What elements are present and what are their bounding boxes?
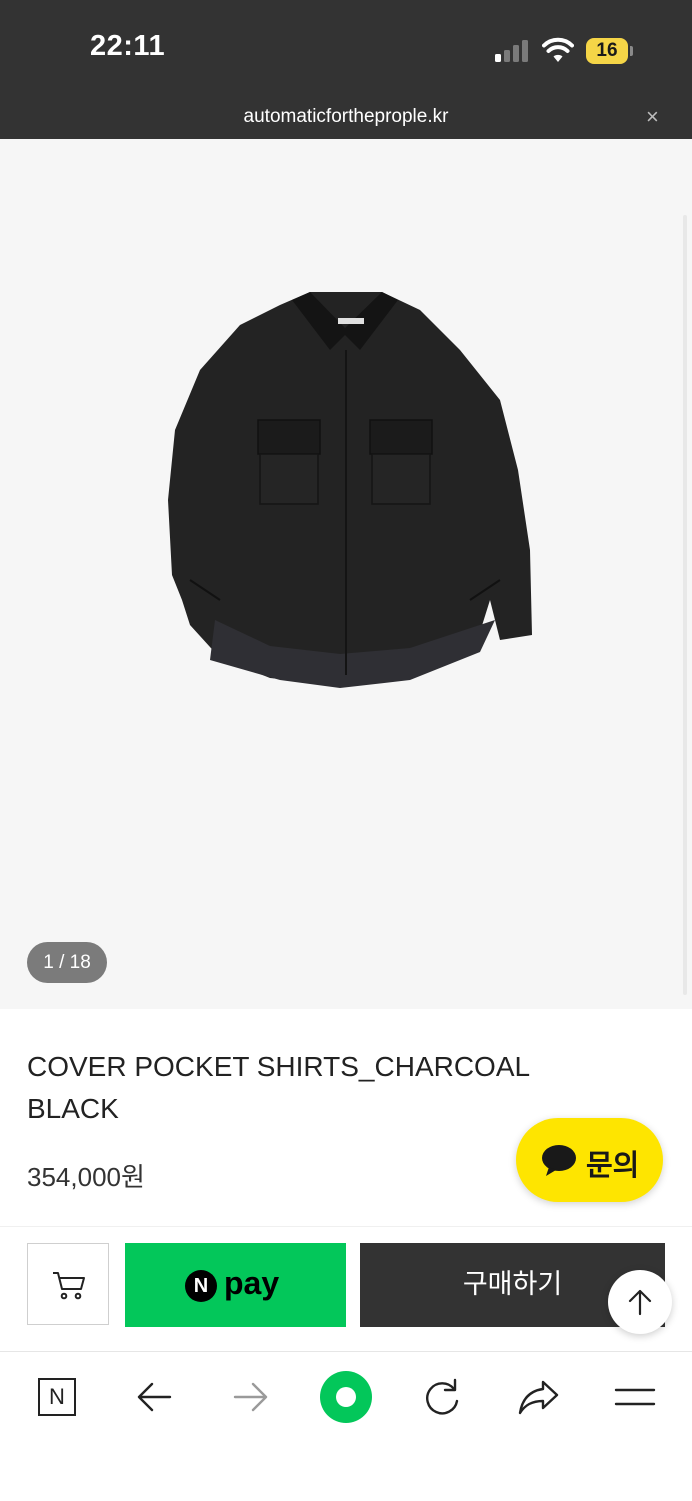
back-button[interactable] [130, 1372, 180, 1422]
chat-bubble-icon [542, 1145, 576, 1176]
inquiry-label: 문의 [586, 1148, 640, 1182]
product-price: 354,000원 [27, 1162, 145, 1192]
battery-icon: 16 [586, 38, 628, 64]
status-bar: 22:11 16 automaticfortheprople.kr × [0, 0, 692, 139]
product-title: COVER POCKET SHIRTS_CHARCOAL BLACK [27, 1051, 530, 1124]
share-button[interactable] [514, 1372, 564, 1422]
image-counter: 1 / 18 [27, 942, 107, 983]
scroll-to-top-button[interactable] [608, 1270, 672, 1334]
back-arrow-icon [137, 1382, 172, 1412]
forward-arrow-icon [233, 1382, 268, 1412]
cart-icon [53, 1272, 85, 1300]
inquiry-button[interactable]: 문의 [516, 1118, 663, 1202]
naver-home-icon[interactable]: N [38, 1378, 76, 1416]
battery-nub [630, 46, 633, 56]
naver-pay-button[interactable]: N pay [125, 1243, 346, 1327]
address-bar-url[interactable]: automaticfortheprople.kr [0, 106, 692, 128]
cart-button[interactable] [27, 1243, 109, 1325]
reload-button[interactable] [417, 1372, 467, 1422]
green-dot-icon[interactable] [320, 1371, 372, 1423]
cellular-signal-icon [495, 40, 528, 62]
naver-pay-label: pay [224, 1265, 280, 1301]
close-button[interactable]: × [646, 106, 659, 128]
status-time: 22:11 [90, 30, 166, 62]
naver-pay-logo-icon: N [185, 1270, 217, 1302]
product-image-shirt [168, 292, 532, 688]
menu-button[interactable] [610, 1372, 660, 1422]
reload-icon [426, 1378, 459, 1415]
menu-icon [614, 1388, 656, 1406]
scrollbar[interactable] [683, 215, 687, 995]
forward-button[interactable] [225, 1372, 275, 1422]
wifi-icon [542, 37, 574, 62]
share-icon [518, 1380, 559, 1415]
arrow-up-icon [628, 1289, 652, 1316]
